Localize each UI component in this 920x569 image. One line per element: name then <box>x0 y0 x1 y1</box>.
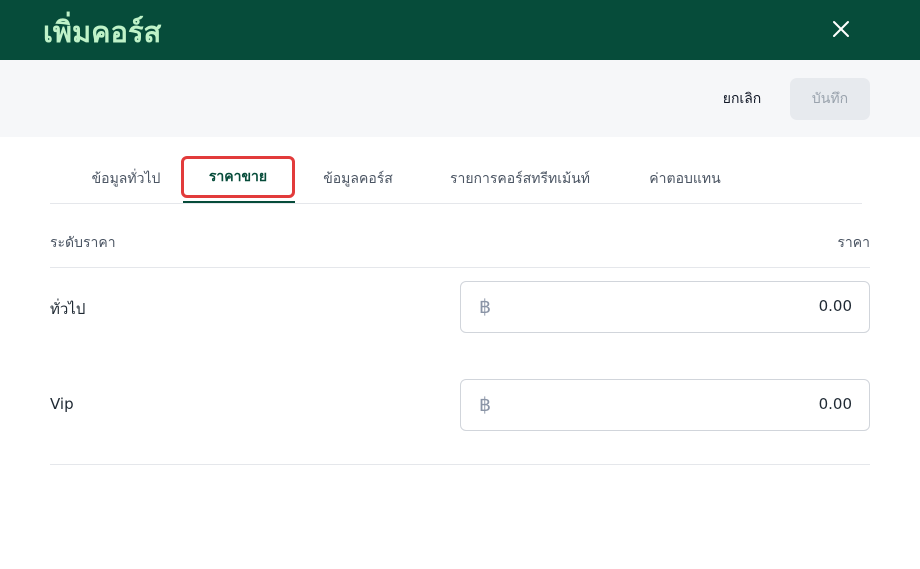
price-row-vip: Vip ฿ 0.00 <box>50 379 870 431</box>
action-bar: ยกเลิก บันทึก <box>0 60 920 137</box>
price-value: 0.00 <box>818 297 852 315</box>
cancel-button[interactable]: ยกเลิก <box>708 80 776 118</box>
close-icon <box>833 21 849 37</box>
active-tab-indicator <box>183 201 295 203</box>
price-input-vip[interactable]: ฿ 0.00 <box>460 379 870 431</box>
price-level-label: ทั่วไป <box>50 300 86 318</box>
baht-icon: ฿ <box>479 394 492 416</box>
baht-icon: ฿ <box>479 296 492 318</box>
price-value: 0.00 <box>818 395 852 413</box>
price-input-general[interactable]: ฿ 0.00 <box>460 281 870 333</box>
price-row-general: ทั่วไป ฿ 0.00 <box>50 281 870 333</box>
tab-compensation[interactable]: ค่าตอบแทน <box>640 156 730 202</box>
tab-selling-price[interactable]: ราคาขาย <box>181 156 295 198</box>
close-button[interactable] <box>826 14 856 44</box>
column-price-level: ระดับราคา <box>50 235 116 251</box>
price-level-label: Vip <box>50 395 74 413</box>
modal-header: เพิ่มคอร์ส <box>0 0 920 60</box>
tab-general-info[interactable]: ข้อมูลทั่วไป <box>70 156 182 202</box>
tab-bar: ข้อมูลทั่วไป ราคาขาย ข้อมูลคอร์ส รายการค… <box>50 156 862 204</box>
save-button[interactable]: บันทึก <box>790 78 870 120</box>
column-price: ราคา <box>837 235 870 251</box>
divider <box>50 464 870 465</box>
tab-course-info[interactable]: ข้อมูลคอร์ส <box>306 156 410 202</box>
tab-course-treatments[interactable]: รายการคอร์สทรีทเม้นท์ <box>435 156 605 202</box>
price-table-header: ระดับราคา ราคา <box>50 222 870 268</box>
modal-title: เพิ่มคอร์ส <box>43 15 162 49</box>
